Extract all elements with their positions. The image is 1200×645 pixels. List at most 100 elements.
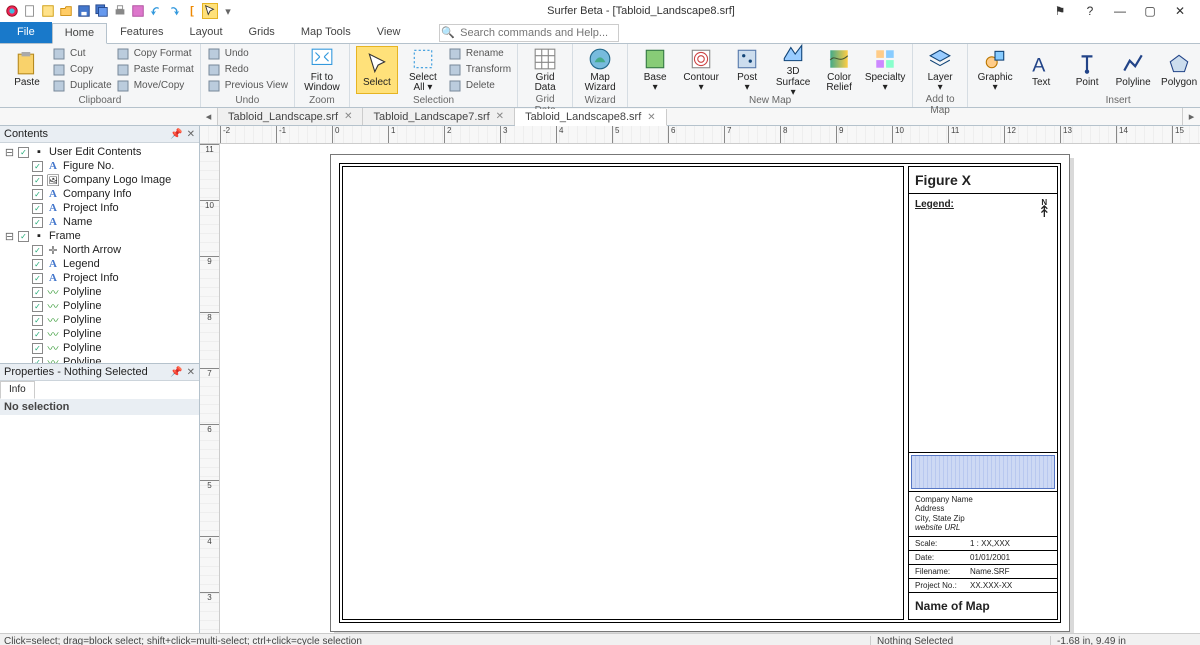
ribbon-tab-features[interactable]: Features — [107, 22, 176, 43]
selectall-button[interactable]: SelectAll ▾ — [402, 46, 444, 94]
ribbon-tab-maptools[interactable]: Map Tools — [288, 22, 364, 43]
tree-checkbox[interactable]: ✓ — [32, 259, 43, 270]
tree-item[interactable]: ✓ACompany Info — [0, 187, 199, 201]
tree-item[interactable]: ✓✛North Arrow — [0, 243, 199, 257]
contour-button[interactable]: Contour▾ — [680, 46, 722, 94]
open-icon[interactable] — [58, 3, 74, 19]
ribbon-tab-file[interactable]: File — [0, 22, 52, 43]
doc-tab-close-icon[interactable]: ✕ — [647, 112, 655, 123]
bracket-left-icon[interactable]: [ — [184, 3, 200, 19]
company-info[interactable]: Company Name Address City, State Zip web… — [909, 492, 1057, 537]
pin-icon[interactable]: 📌 — [170, 129, 182, 140]
properties-close-icon[interactable]: ✕ — [187, 367, 195, 378]
close-button[interactable]: ✕ — [1166, 1, 1194, 21]
panel-close-icon[interactable]: ✕ — [187, 129, 195, 140]
prev-button[interactable]: Previous View — [207, 78, 288, 93]
cut-button[interactable]: Cut — [52, 46, 112, 61]
map-frame[interactable] — [342, 166, 904, 620]
colorrelief-button[interactable]: ColorRelief — [818, 46, 860, 94]
properties-pin-icon[interactable]: 📌 — [170, 367, 182, 378]
text-button[interactable]: AText — [1020, 46, 1062, 94]
tree-item[interactable]: ⊟✓▪Frame — [0, 229, 199, 243]
pastefmt-button[interactable]: Paste Format — [116, 62, 194, 77]
contents-tree[interactable]: ⊟✓▪User Edit Contents✓AFigure No.✓🖼Compa… — [0, 143, 199, 363]
doc-tab-close-icon[interactable]: ✕ — [344, 111, 352, 122]
tree-twisty-icon[interactable]: ⊟ — [4, 146, 15, 159]
export-icon[interactable] — [130, 3, 146, 19]
new-grid-icon[interactable] — [40, 3, 56, 19]
tree-checkbox[interactable]: ✓ — [32, 203, 43, 214]
tree-checkbox[interactable]: ✓ — [32, 245, 43, 256]
copy-button[interactable]: Copy — [52, 62, 112, 77]
drawing-canvas[interactable]: Figure X Legend: N ↟ Company Name — [220, 144, 1200, 633]
transform-button[interactable]: Transform — [448, 62, 511, 77]
tree-checkbox[interactable]: ✓ — [32, 161, 43, 172]
figure-title[interactable]: Figure X — [909, 167, 1057, 194]
select-tool-icon[interactable] — [202, 3, 218, 19]
point-button[interactable]: Point — [1066, 46, 1108, 94]
legend-box[interactable]: Legend: N ↟ — [909, 194, 1057, 452]
tree-checkbox[interactable]: ✓ — [32, 189, 43, 200]
polygon-button[interactable]: Polygon — [1158, 46, 1200, 94]
griddata-button[interactable]: GridData — [524, 46, 566, 94]
ribbon-tab-layout[interactable]: Layout — [177, 22, 236, 43]
fit-button[interactable]: Fit toWindow — [301, 46, 343, 94]
doc-tab[interactable]: Tabloid_Landscape8.srf✕ — [515, 109, 667, 126]
tree-checkbox[interactable]: ✓ — [32, 315, 43, 326]
tree-item[interactable]: ⊟✓▪User Edit Contents — [0, 145, 199, 159]
tree-checkbox[interactable]: ✓ — [18, 231, 29, 242]
post-button[interactable]: Post▾ — [726, 46, 768, 94]
undo-icon[interactable] — [148, 3, 164, 19]
tree-item[interactable]: ✓〰Polyline — [0, 313, 199, 327]
tree-item[interactable]: ✓〰Polyline — [0, 355, 199, 363]
specialty-button[interactable]: Specialty▾ — [864, 46, 906, 94]
tree-item[interactable]: ✓〰Polyline — [0, 341, 199, 355]
duplicate-button[interactable]: Duplicate — [52, 78, 112, 93]
maximize-button[interactable]: ▢ — [1136, 1, 1164, 21]
flag-icon[interactable]: ⚑ — [1046, 1, 1074, 21]
tree-checkbox[interactable]: ✓ — [32, 301, 43, 312]
surf3d-button[interactable]: 3DSurface ▾ — [772, 46, 814, 94]
polyline-button[interactable]: Polyline — [1112, 46, 1154, 94]
tree-checkbox[interactable]: ✓ — [32, 329, 43, 340]
select-button[interactable]: Select — [356, 46, 398, 94]
tree-checkbox[interactable]: ✓ — [18, 147, 29, 158]
redo-button[interactable]: Redo — [207, 62, 288, 77]
ribbon-tab-view[interactable]: View — [364, 22, 414, 43]
tree-checkbox[interactable]: ✓ — [32, 343, 43, 354]
minimize-button[interactable]: — — [1106, 1, 1134, 21]
tree-item[interactable]: ✓〰Polyline — [0, 299, 199, 313]
undo-button[interactable]: Undo — [207, 46, 288, 61]
save-icon[interactable] — [76, 3, 92, 19]
tree-item[interactable]: ✓AProject Info — [0, 271, 199, 285]
tree-item[interactable]: ✓〰Polyline — [0, 327, 199, 341]
tree-item[interactable]: ✓ALegend — [0, 257, 199, 271]
new-icon[interactable] — [22, 3, 38, 19]
tree-item[interactable]: ✓〰Polyline — [0, 285, 199, 299]
movecopy-button[interactable]: Move/Copy — [116, 78, 194, 93]
tree-item[interactable]: ✓AProject Info — [0, 201, 199, 215]
tree-twisty-icon[interactable]: ⊟ — [4, 230, 15, 243]
tree-item[interactable]: ✓🖼Company Logo Image — [0, 173, 199, 187]
tree-checkbox[interactable]: ✓ — [32, 175, 43, 186]
north-arrow[interactable]: N ↟ — [1038, 198, 1051, 219]
tree-checkbox[interactable]: ✓ — [32, 217, 43, 228]
properties-tab-info[interactable]: Info — [0, 381, 35, 399]
doc-tab-scroll-right[interactable]: ▸ — [1182, 108, 1200, 125]
base-button[interactable]: Base▾ — [634, 46, 676, 94]
tree-item[interactable]: ✓AName — [0, 215, 199, 229]
doc-tab[interactable]: Tabloid_Landscape7.srf✕ — [363, 108, 515, 125]
save-all-icon[interactable] — [94, 3, 110, 19]
tree-item[interactable]: ✓AFigure No. — [0, 159, 199, 173]
wizard-button[interactable]: MapWizard — [579, 46, 621, 94]
doc-tab[interactable]: Tabloid_Landscape.srf✕ — [218, 108, 363, 125]
rename-button[interactable]: Rename — [448, 46, 511, 61]
qat-more-icon[interactable]: ▾ — [220, 3, 236, 19]
map-name[interactable]: Name of Map — [909, 593, 1057, 619]
ribbon-tab-home[interactable]: Home — [52, 23, 107, 44]
graphic-button[interactable]: Graphic▾ — [974, 46, 1016, 94]
redo-icon[interactable] — [166, 3, 182, 19]
project-info[interactable]: Scale:1 : XX,XXXDate:01/01/2001Filename:… — [909, 537, 1057, 593]
delete-button[interactable]: Delete — [448, 78, 511, 93]
copyfmt-button[interactable]: Copy Format — [116, 46, 194, 61]
